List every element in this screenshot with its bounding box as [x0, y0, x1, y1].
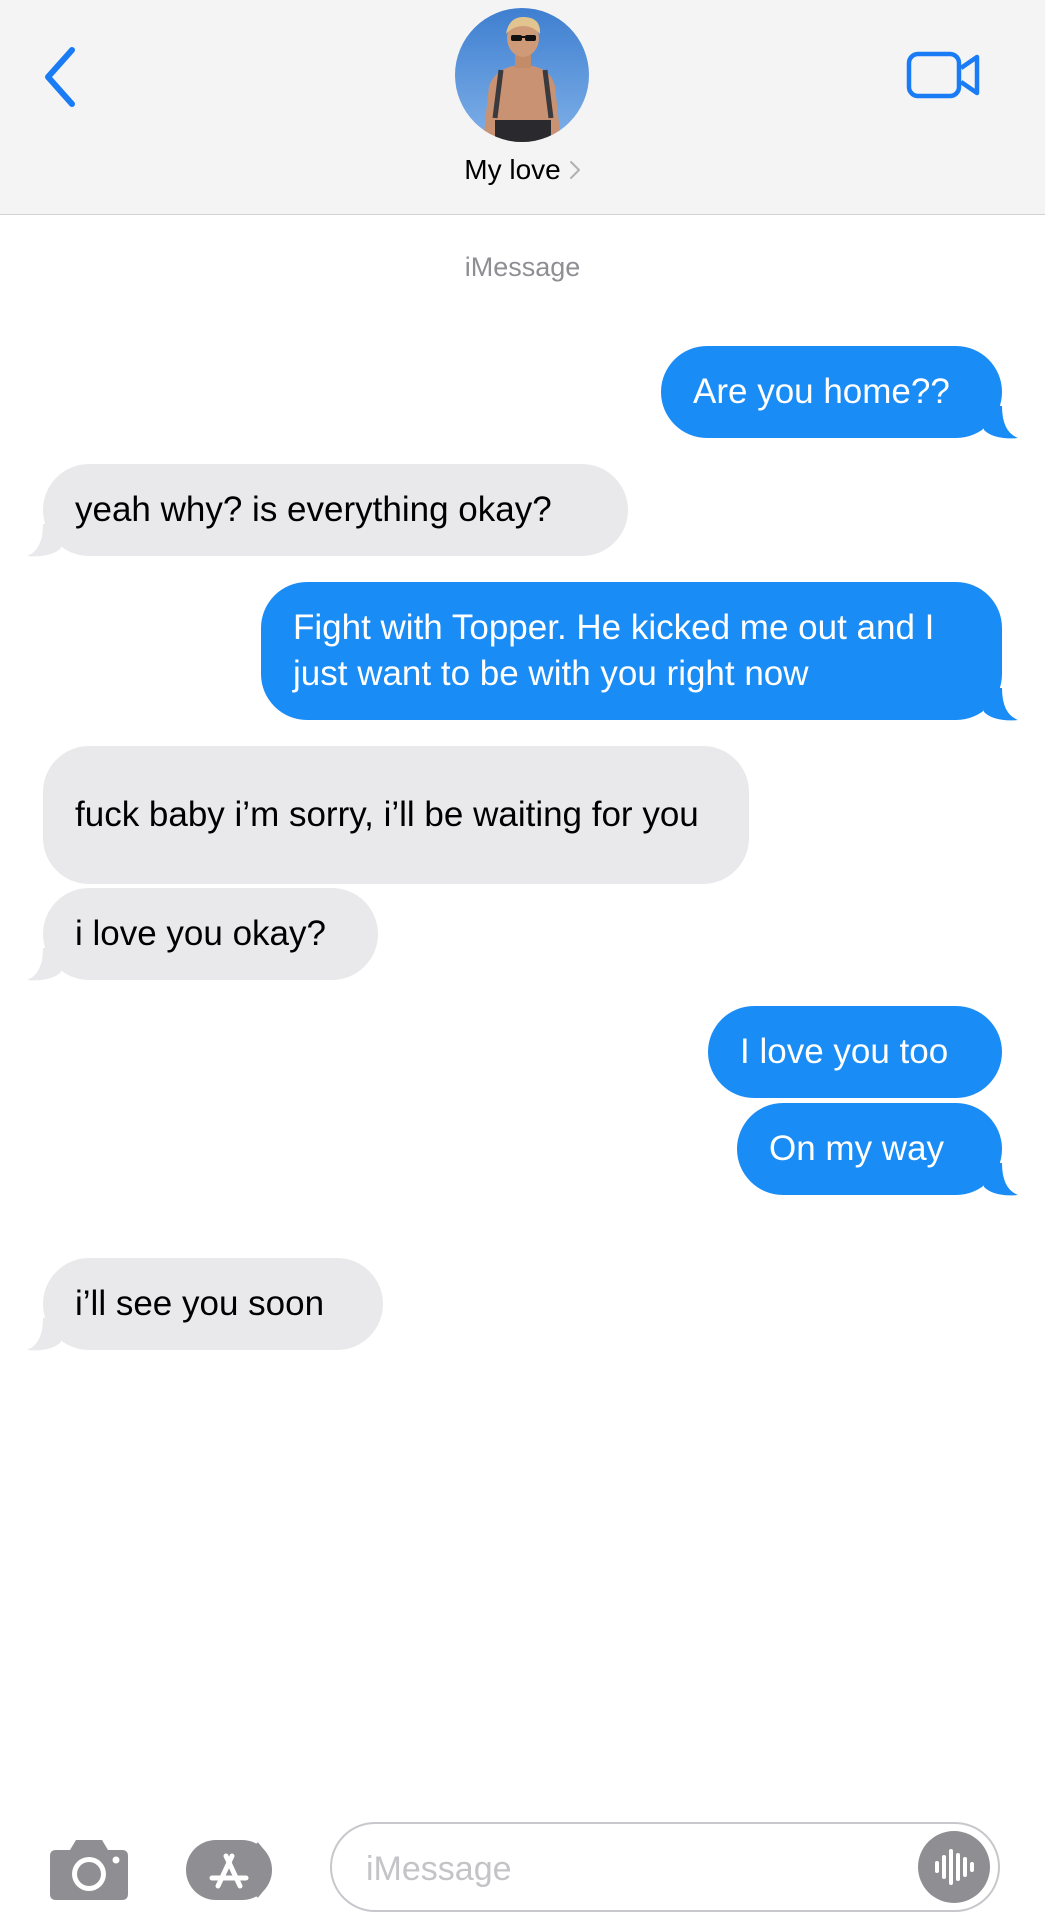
audio-message-button[interactable]: [918, 1831, 990, 1903]
message-input[interactable]: [364, 1844, 908, 1894]
bubble-tail: [984, 1163, 1018, 1196]
contact-name: My love: [464, 154, 561, 185]
avatar-photo: [455, 8, 589, 142]
message-text: I love you too: [740, 1032, 949, 1071]
message-text: Are you home??: [693, 372, 950, 411]
service-label: iMessage: [464, 252, 581, 282]
video-camera-icon: [906, 51, 980, 99]
messages-screen: My love iMessage Are you home?? yeah why…: [0, 0, 1045, 1920]
camera-icon: [50, 1840, 128, 1900]
facetime-video-button[interactable]: [906, 50, 982, 100]
back-chevron-icon: [45, 47, 75, 107]
message-bubble-outgoing[interactable]: Are you home??: [661, 346, 1002, 438]
message-text: On my way: [769, 1129, 945, 1168]
bubble-tail: [27, 524, 61, 557]
back-button[interactable]: [40, 42, 84, 112]
camera-button[interactable]: [48, 1836, 130, 1902]
message-bubble-incoming[interactable]: yeah why? is everything okay?: [43, 464, 628, 556]
contact-name-button[interactable]: My love: [0, 154, 1045, 188]
bubble-tail: [27, 948, 61, 981]
bubble-tail: [27, 1318, 61, 1351]
message-bubble-incoming[interactable]: fuck baby i’m sorry, i’ll be waiting for…: [43, 746, 749, 884]
message-text: i love you okay?: [75, 914, 326, 953]
composer-bar: [0, 1810, 1045, 1920]
app-store-icon: [186, 1840, 272, 1900]
message-text: i’ll see you soon: [75, 1284, 325, 1323]
conversation-header: My love: [0, 0, 1045, 215]
audio-waveform-icon: [935, 1849, 974, 1885]
app-store-button[interactable]: [184, 1838, 284, 1902]
bubble-tail: [984, 406, 1018, 439]
message-bubble-outgoing[interactable]: On my way: [737, 1103, 1002, 1195]
message-bubble-incoming[interactable]: i’ll see you soon: [43, 1258, 383, 1350]
message-text: yeah why? is everything okay?: [75, 490, 552, 529]
contact-avatar[interactable]: [455, 8, 589, 142]
message-bubble-incoming[interactable]: i love you okay?: [43, 888, 378, 980]
message-text: fuck baby i’m sorry, i’ll be waiting for…: [75, 795, 699, 834]
bubble-tail: [984, 688, 1018, 721]
message-input-container: [330, 1822, 1000, 1912]
chevron-right-icon: [569, 156, 581, 188]
message-bubble-outgoing[interactable]: I love you too: [708, 1006, 1002, 1098]
message-text: Fight with Topper. He kicked me out and …: [293, 608, 935, 693]
message-bubble-outgoing[interactable]: Fight with Topper. He kicked me out and …: [261, 582, 1002, 720]
